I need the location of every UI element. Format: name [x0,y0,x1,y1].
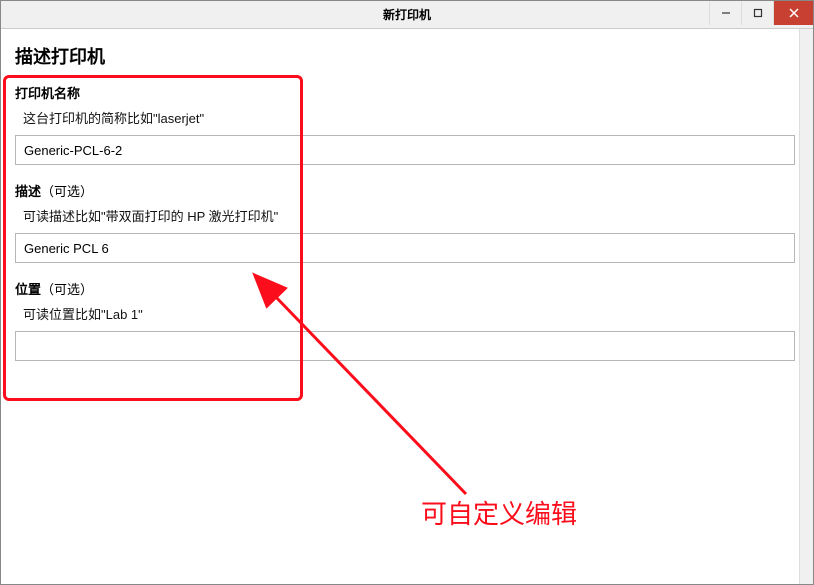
describe-printer-form: 打印机名称 这台打印机的简称比如"laserjet" 描述（可选） 可读描述比如… [11,83,799,375]
printer-name-label-text: 打印机名称 [15,86,80,101]
location-input[interactable] [15,331,795,361]
description-label-text: 描述 [15,184,41,199]
location-label-text: 位置 [15,282,41,297]
description-hint: 可读描述比如"带双面打印的 HP 激光打印机" [23,206,795,225]
description-input[interactable] [15,233,795,263]
description-label: 描述（可选） [15,181,795,200]
content-area: 描述打印机 打印机名称 这台打印机的简称比如"laserjet" 描述（可选） … [1,29,813,584]
printer-name-input[interactable] [15,135,795,165]
page-heading: 描述打印机 [15,43,799,69]
location-label-optional: （可选） [41,282,93,297]
printer-name-label: 打印机名称 [15,83,795,102]
window: 新打印机 描述打印机 打印机名称 这台打印机的简称比如"laserjet" 描述… [1,1,813,584]
titlebar[interactable]: 新打印机 [1,1,813,29]
description-label-optional: （可选） [41,184,93,199]
annotation-text: 可自定义编辑 [421,494,577,531]
location-label: 位置（可选） [15,279,795,298]
minimize-button[interactable] [709,1,741,25]
window-title: 新打印机 [1,6,813,23]
maximize-button[interactable] [741,1,773,25]
vertical-scrollbar[interactable] [799,29,813,584]
close-button[interactable] [773,1,813,25]
location-hint: 可读位置比如"Lab 1" [23,304,795,323]
printer-name-hint: 这台打印机的简称比如"laserjet" [23,108,795,127]
window-controls [709,1,813,28]
